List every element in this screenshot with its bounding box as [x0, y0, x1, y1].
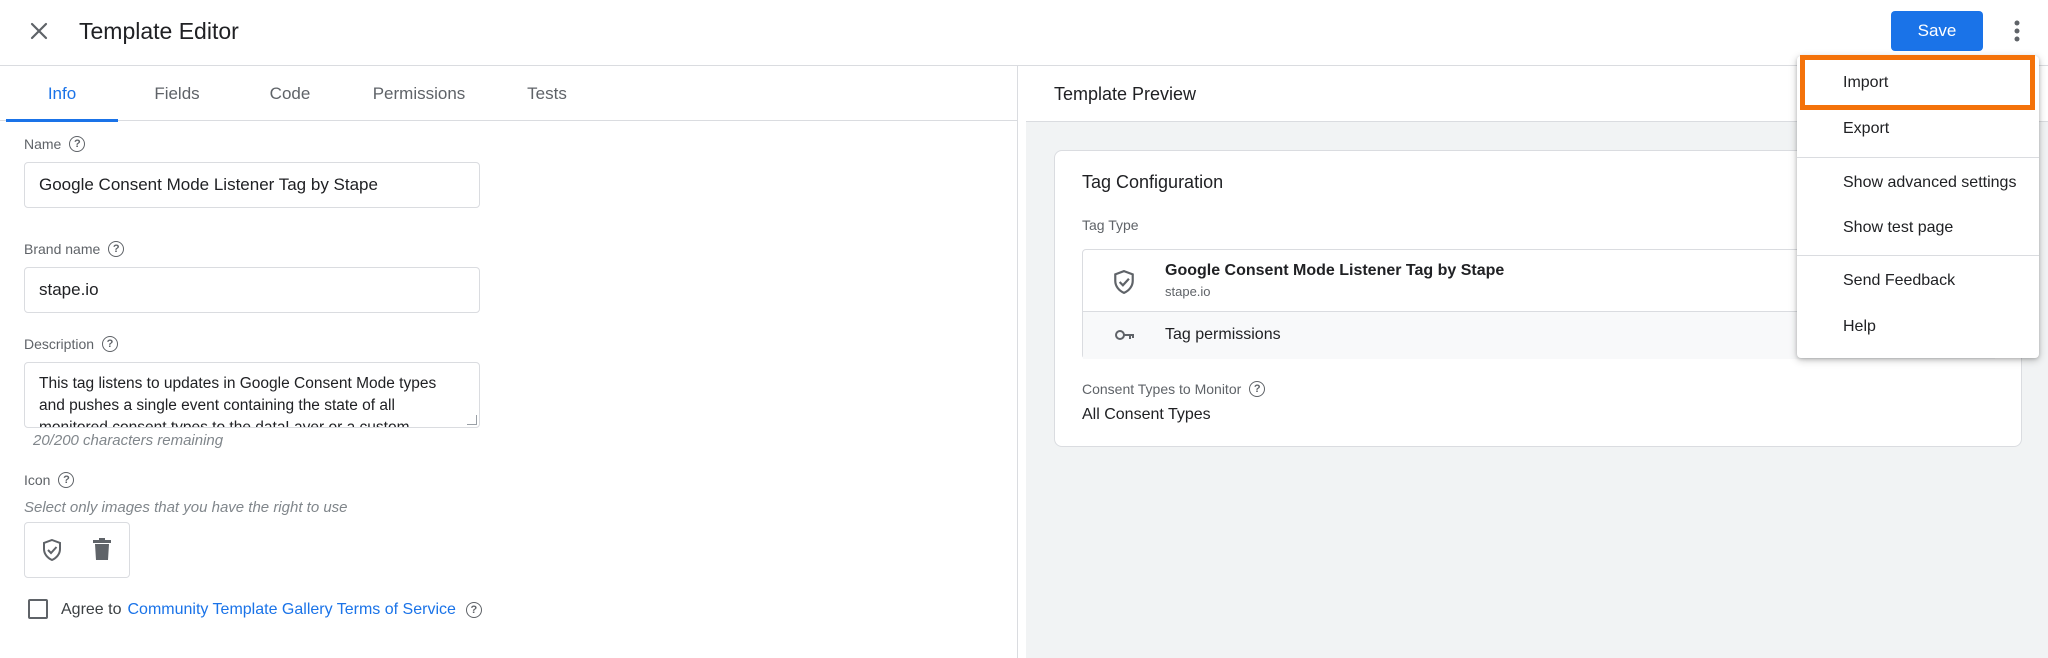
- icon-label-text: Icon: [24, 472, 51, 488]
- save-button[interactable]: Save: [1891, 11, 1983, 51]
- agree-checkbox[interactable]: [28, 599, 48, 619]
- brand-label-text: Brand name: [24, 241, 101, 257]
- top-bar: Template Editor Save: [0, 0, 2048, 66]
- card-title: Tag Configuration: [1082, 172, 1224, 192]
- menu-divider: [1797, 255, 2039, 256]
- close-icon: [30, 22, 48, 40]
- char-counter: 20/200 characters remaining: [33, 432, 224, 449]
- tag-type-label: Tag Type: [1082, 217, 1139, 233]
- tag-name: Google Consent Mode Listener Tag by Stap…: [1165, 262, 1505, 279]
- menu-divider: [1797, 157, 2039, 158]
- agree-text: Agree to Community Template Gallery Term…: [61, 601, 482, 619]
- icon-label: Icon ?: [24, 472, 75, 488]
- consent-types-label-text: Consent Types to Monitor: [1082, 381, 1242, 397]
- menu-item-help[interactable]: Help: [1797, 307, 2039, 347]
- more-vert-icon: [2014, 20, 2020, 42]
- name-field[interactable]: Google Consent Mode Listener Tag by Stap…: [24, 162, 480, 208]
- description-text: This tag listens to updates in Google Co…: [39, 375, 437, 428]
- consent-types-value: All Consent Types: [1082, 406, 1211, 423]
- delete-icon[interactable]: [93, 538, 111, 560]
- menu-item-export[interactable]: Export: [1797, 109, 2039, 149]
- tag-permissions-label: Tag permissions: [1165, 326, 1281, 343]
- menu-item-test-page[interactable]: Show test page: [1797, 208, 2039, 248]
- help-icon[interactable]: ?: [102, 336, 119, 352]
- shield-check-icon: [1114, 270, 1134, 294]
- tab-bar: Info Fields Code Permissions Tests: [0, 66, 1018, 122]
- tab-info[interactable]: Info: [6, 66, 118, 122]
- key-icon: [1115, 330, 1134, 340]
- icon-hint: Select only images that you have the rig…: [24, 499, 348, 516]
- tab-tests[interactable]: Tests: [494, 66, 600, 121]
- tab-fields[interactable]: Fields: [118, 66, 236, 121]
- description-label: Description ?: [24, 336, 119, 352]
- menu-item-advanced-settings[interactable]: Show advanced settings: [1797, 163, 2039, 203]
- terms-link[interactable]: Community Template Gallery Terms of Serv…: [127, 601, 455, 619]
- tab-permissions[interactable]: Permissions: [344, 66, 494, 121]
- name-label: Name ?: [24, 136, 86, 152]
- preview-title: Template Preview: [1054, 84, 1197, 104]
- brand-name-field[interactable]: stape.io: [24, 267, 480, 313]
- help-icon[interactable]: ?: [465, 602, 482, 618]
- tab-code[interactable]: Code: [236, 66, 344, 121]
- menu-item-send-feedback[interactable]: Send Feedback: [1797, 261, 2039, 301]
- close-button[interactable]: [24, 16, 54, 46]
- tag-brand: stape.io: [1165, 284, 1211, 299]
- highlight-box: [1800, 55, 2035, 110]
- consent-types-label: Consent Types to Monitor ?: [1082, 381, 1266, 397]
- brand-label: Brand name ?: [24, 241, 125, 257]
- help-icon[interactable]: ?: [108, 241, 125, 257]
- resize-handle[interactable]: [467, 415, 477, 425]
- help-icon[interactable]: ?: [58, 472, 75, 488]
- icon-picker: [24, 522, 130, 578]
- shield-check-icon[interactable]: [42, 539, 62, 561]
- page-title: Template Editor: [79, 18, 239, 44]
- editor-panel: Info Fields Code Permissions Tests Name …: [0, 66, 1018, 658]
- help-icon[interactable]: ?: [69, 136, 86, 152]
- name-label-text: Name: [24, 136, 62, 152]
- help-icon[interactable]: ?: [1249, 381, 1266, 397]
- agree-prefix: Agree to: [61, 601, 122, 618]
- description-label-text: Description: [24, 336, 95, 352]
- description-field[interactable]: This tag listens to updates in Google Co…: [24, 362, 480, 428]
- more-options-button[interactable]: [2002, 14, 2032, 48]
